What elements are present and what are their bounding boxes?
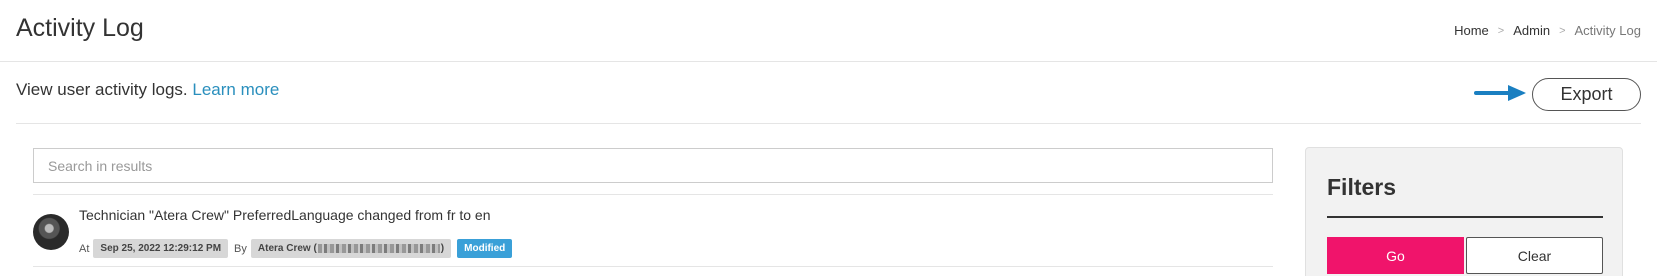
log-entry-meta: At Sep 25, 2022 12:29:12 PM By Atera Cre…: [79, 239, 513, 258]
log-entry: Technician "Atera Crew" PreferredLanguag…: [33, 194, 1273, 267]
filters-divider: [1327, 216, 1603, 218]
filters-panel: Filters Go Clear: [1305, 147, 1623, 276]
filters-title: Filters: [1327, 174, 1397, 200]
log-entry-text: Technician "Atera Crew" PreferredLanguag…: [79, 207, 491, 223]
redacted-email: [317, 243, 440, 253]
breadcrumb-home[interactable]: Home: [1454, 23, 1489, 38]
breadcrumb-separator: >: [1559, 24, 1566, 37]
page-subheader: View user activity logs. Learn more Expo…: [0, 62, 1657, 124]
breadcrumb-admin[interactable]: Admin: [1513, 23, 1550, 38]
page-title: Activity Log: [16, 14, 144, 42]
description-text: View user activity logs.: [16, 80, 188, 99]
breadcrumb-activity-log: Activity Log: [1574, 23, 1641, 38]
timestamp-badge: Sep 25, 2022 12:29:12 PM: [93, 239, 229, 258]
clear-button[interactable]: Clear: [1466, 237, 1603, 274]
learn-more-link[interactable]: Learn more: [192, 80, 279, 99]
user-badge: Atera Crew (): [250, 239, 452, 258]
page-description: View user activity logs. Learn more: [16, 80, 279, 100]
arrow-right-icon: [1474, 85, 1526, 101]
breadcrumb-separator: >: [1497, 24, 1505, 37]
user-name-suffix: ): [440, 243, 445, 254]
user-name: Atera Crew (: [257, 243, 317, 254]
action-badge: Modified: [457, 239, 513, 258]
go-button[interactable]: Go: [1327, 237, 1464, 274]
breadcrumb: Home > Admin > Activity Log: [1454, 23, 1641, 38]
by-label: By: [234, 242, 247, 255]
export-button[interactable]: Export: [1532, 78, 1641, 111]
page-header: Activity Log Home > Admin > Activity Log: [0, 0, 1657, 62]
at-label: At: [79, 242, 90, 255]
avatar: [33, 214, 69, 250]
search-input[interactable]: [33, 148, 1273, 183]
